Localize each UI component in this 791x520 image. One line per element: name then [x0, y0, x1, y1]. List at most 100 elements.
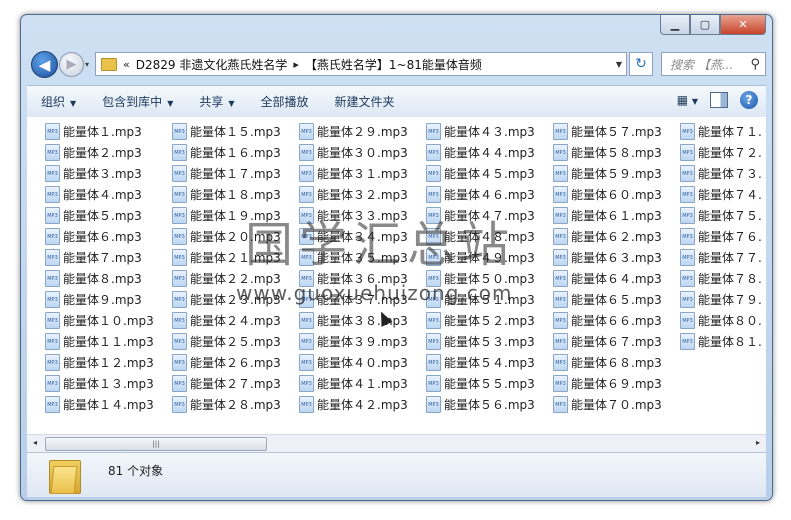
refresh-button[interactable]: ↻ [629, 52, 653, 76]
file-item[interactable]: MP3 能量体５.mp3 [45, 205, 172, 226]
file-item[interactable]: MP3 能量体６９.mp3 [553, 373, 680, 394]
change-view-button[interactable]: ▦ ▼ [677, 93, 698, 107]
file-item[interactable]: MP3 能量体２５.mp3 [172, 331, 299, 352]
file-item[interactable]: MP3 能量体３８.mp3 [299, 310, 426, 331]
file-item[interactable]: MP3 能量体３５.mp3 [299, 247, 426, 268]
file-item[interactable]: MP3 能量体２８.mp3 [172, 394, 299, 415]
include-in-library-menu[interactable]: 包含到库中 ▼ [102, 93, 173, 110]
file-item[interactable]: MP3 能量体６.mp3 [45, 226, 172, 247]
file-item[interactable]: MP3 能量体２４.mp3 [172, 310, 299, 331]
file-item[interactable]: MP3 能量体４９.mp3 [426, 247, 553, 268]
file-item[interactable]: MP3 能量体４２.mp3 [299, 394, 426, 415]
file-item[interactable]: MP3 能量体５７.mp3 [553, 121, 680, 142]
file-item[interactable]: MP3 能量体８１. [680, 331, 766, 352]
close-button[interactable]: ✕ [720, 15, 766, 35]
horizontal-scrollbar[interactable]: ◂ ||| ▸ [27, 434, 766, 452]
file-list-pane[interactable]: MP3 能量体１.mp3 MP3 能量体２.mp3 MP3 能量体３.mp3 MP3 能量体４… [27, 117, 766, 434]
file-item[interactable]: MP3 能量体３２.mp3 [299, 184, 426, 205]
file-item[interactable]: MP3 能量体１２.mp3 [45, 352, 172, 373]
file-item[interactable]: MP3 能量体１５.mp3 [172, 121, 299, 142]
file-item[interactable]: MP3 能量体５９.mp3 [553, 163, 680, 184]
file-item[interactable]: MP3 能量体５６.mp3 [426, 394, 553, 415]
file-item[interactable]: MP3 能量体６４.mp3 [553, 268, 680, 289]
preview-pane-icon[interactable] [710, 92, 728, 108]
file-item[interactable]: MP3 能量体１４.mp3 [45, 394, 172, 415]
file-item[interactable]: MP3 能量体２６.mp3 [172, 352, 299, 373]
file-item[interactable]: MP3 能量体６８.mp3 [553, 352, 680, 373]
help-button[interactable]: ? [740, 91, 758, 109]
file-item[interactable]: MP3 能量体６５.mp3 [553, 289, 680, 310]
file-item[interactable]: MP3 能量体４３.mp3 [426, 121, 553, 142]
file-item[interactable]: MP3 能量体１７.mp3 [172, 163, 299, 184]
file-item[interactable]: MP3 能量体８０. [680, 310, 766, 331]
file-item[interactable]: MP3 能量体６０.mp3 [553, 184, 680, 205]
maximize-button[interactable]: ▢ [690, 15, 720, 35]
file-item[interactable]: MP3 能量体４５.mp3 [426, 163, 553, 184]
file-item[interactable]: MP3 能量体５４.mp3 [426, 352, 553, 373]
file-item[interactable]: MP3 能量体３１.mp3 [299, 163, 426, 184]
scroll-left-icon[interactable]: ◂ [33, 438, 37, 447]
file-item[interactable]: MP3 能量体４０.mp3 [299, 352, 426, 373]
file-item[interactable]: MP3 能量体７１. [680, 121, 766, 142]
organize-menu[interactable]: 组织 ▼ [41, 93, 76, 110]
file-item[interactable]: MP3 能量体６３.mp3 [553, 247, 680, 268]
file-item[interactable]: MP3 能量体１１.mp3 [45, 331, 172, 352]
search-icon[interactable]: ⚲ [750, 57, 760, 72]
search-input[interactable]: 搜索 【燕... ⚲ [661, 52, 766, 76]
forward-button[interactable]: ▶ [59, 52, 84, 77]
scroll-right-icon[interactable]: ▸ [756, 438, 760, 447]
file-item[interactable]: MP3 能量体１.mp3 [45, 121, 172, 142]
file-item[interactable]: MP3 能量体２７.mp3 [172, 373, 299, 394]
file-item[interactable]: MP3 能量体７５. [680, 205, 766, 226]
file-item[interactable]: MP3 能量体５５.mp3 [426, 373, 553, 394]
file-item[interactable]: MP3 能量体１８.mp3 [172, 184, 299, 205]
file-item[interactable]: MP3 能量体５２.mp3 [426, 310, 553, 331]
share-menu[interactable]: 共享 ▼ [199, 93, 234, 110]
file-item[interactable]: MP3 能量体７８. [680, 268, 766, 289]
file-item[interactable]: MP3 能量体２１.mp3 [172, 247, 299, 268]
breadcrumb-separator-icon[interactable]: ▸ [293, 58, 299, 71]
file-item[interactable]: MP3 能量体４４.mp3 [426, 142, 553, 163]
file-item[interactable]: MP3 能量体７６. [680, 226, 766, 247]
address-bar[interactable]: « D2829 非遗文化燕氏姓名学 ▸ 【燕氏姓名学】1~81能量体音频 ▼ [95, 52, 627, 76]
file-item[interactable]: MP3 能量体４.mp3 [45, 184, 172, 205]
file-item[interactable]: MP3 能量体７.mp3 [45, 247, 172, 268]
file-item[interactable]: MP3 能量体７７. [680, 247, 766, 268]
breadcrumb-current[interactable]: 【燕氏姓名学】1~81能量体音频 [305, 56, 482, 73]
back-button[interactable]: ◀ [31, 51, 58, 78]
file-item[interactable]: MP3 能量体９.mp3 [45, 289, 172, 310]
scrollbar-thumb[interactable]: ||| [45, 437, 267, 451]
file-item[interactable]: MP3 能量体３３.mp3 [299, 205, 426, 226]
file-item[interactable]: MP3 能量体４８.mp3 [426, 226, 553, 247]
file-item[interactable]: MP3 能量体７２. [680, 142, 766, 163]
breadcrumb-parent[interactable]: D2829 非遗文化燕氏姓名学 [136, 56, 288, 73]
file-item[interactable]: MP3 能量体４７.mp3 [426, 205, 553, 226]
file-item[interactable]: MP3 能量体６７.mp3 [553, 331, 680, 352]
file-item[interactable]: MP3 能量体１９.mp3 [172, 205, 299, 226]
file-item[interactable]: MP3 能量体１０.mp3 [45, 310, 172, 331]
file-item[interactable]: MP3 能量体６２.mp3 [553, 226, 680, 247]
file-item[interactable]: MP3 能量体２.mp3 [45, 142, 172, 163]
file-item[interactable]: MP3 能量体４６.mp3 [426, 184, 553, 205]
file-item[interactable]: MP3 能量体８.mp3 [45, 268, 172, 289]
chevrons-icon[interactable]: « [123, 58, 130, 71]
file-item[interactable]: MP3 能量体７９. [680, 289, 766, 310]
file-item[interactable]: MP3 能量体７４. [680, 184, 766, 205]
file-item[interactable]: MP3 能量体３９.mp3 [299, 331, 426, 352]
file-item[interactable]: MP3 能量体３.mp3 [45, 163, 172, 184]
file-item[interactable]: MP3 能量体７０.mp3 [553, 394, 680, 415]
play-all-button[interactable]: 全部播放 [261, 93, 309, 110]
recent-pages-button[interactable]: ▾ [85, 60, 89, 69]
address-dropdown-icon[interactable]: ▼ [616, 60, 622, 69]
file-item[interactable]: MP3 能量体５８.mp3 [553, 142, 680, 163]
file-item[interactable]: MP3 能量体１６.mp3 [172, 142, 299, 163]
file-item[interactable]: MP3 能量体６１.mp3 [553, 205, 680, 226]
file-item[interactable]: MP3 能量体１３.mp3 [45, 373, 172, 394]
file-item[interactable]: MP3 能量体２０.mp3 [172, 226, 299, 247]
file-item[interactable]: MP3 能量体３０.mp3 [299, 142, 426, 163]
file-item[interactable]: MP3 能量体７３. [680, 163, 766, 184]
new-folder-button[interactable]: 新建文件夹 [335, 93, 395, 110]
file-item[interactable]: MP3 能量体３４.mp3 [299, 226, 426, 247]
file-item[interactable]: MP3 能量体４１.mp3 [299, 373, 426, 394]
file-item[interactable]: MP3 能量体５３.mp3 [426, 331, 553, 352]
